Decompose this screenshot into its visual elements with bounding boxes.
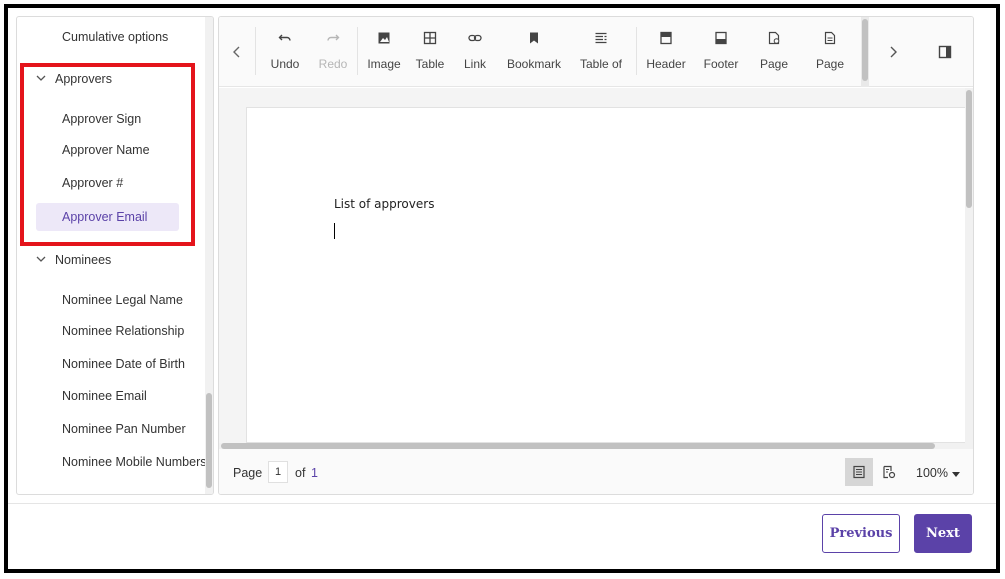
redo-label: Redo <box>318 57 348 71</box>
toolbar-scroll-left-button[interactable] <box>219 17 255 87</box>
link-label: Link <box>463 57 486 71</box>
tree-group-label: Nominees <box>55 253 112 267</box>
tree-item-nominee-relationship[interactable]: Nominee Relationship <box>17 317 207 345</box>
insert-table-button[interactable]: Table <box>415 31 445 71</box>
page-number-button[interactable]: Page <box>759 31 789 71</box>
undo-icon <box>278 34 291 41</box>
bookmark-label: Bookmark <box>506 57 562 71</box>
image-label: Image <box>367 57 401 71</box>
document-canvas[interactable]: List of approvers <box>219 88 973 443</box>
undo-button[interactable]: Undo <box>271 31 299 71</box>
toolbar-divider <box>357 27 358 75</box>
page-of-label: of <box>295 466 306 480</box>
text-cursor <box>334 223 335 239</box>
table-icon <box>423 31 437 45</box>
chevron-down-icon <box>36 256 46 262</box>
redo-button[interactable]: Redo <box>319 31 347 71</box>
header-icon <box>660 31 672 45</box>
table-of-label: Table of <box>579 57 623 71</box>
page-break-icon <box>824 31 836 45</box>
current-page-input[interactable]: 1 <box>268 461 288 483</box>
tree-item-nominee-mobile[interactable]: Nominee Mobile Numbers <box>17 448 207 476</box>
toolbar-scroll-thumb[interactable] <box>862 19 868 81</box>
header-button[interactable]: Header <box>646 31 686 71</box>
footer-label: Footer <box>703 57 739 71</box>
bookmark-icon <box>530 32 538 44</box>
app-window: Cumulative options Approvers Approver Si… <box>4 4 1000 573</box>
undo-label: Undo <box>270 57 300 71</box>
footer-icon <box>715 31 727 45</box>
print-layout-button[interactable] <box>845 458 873 486</box>
tree-item-cumulative-options[interactable]: Cumulative options <box>17 23 207 51</box>
image-icon <box>378 32 390 44</box>
table-of-contents-button[interactable]: Table of <box>579 31 623 71</box>
footer-button[interactable]: Footer <box>703 31 739 71</box>
toolbar-divider <box>255 27 256 75</box>
page-number-icon <box>768 31 780 45</box>
table-of-contents-icon <box>595 32 607 44</box>
insert-bookmark-button[interactable]: Bookmark <box>507 31 561 71</box>
page-label-2: Page <box>815 57 845 71</box>
previous-button[interactable]: Previous <box>822 514 900 553</box>
sidebar-scroll-thumb[interactable] <box>206 393 212 488</box>
tree-item-nominee-pan[interactable]: Nominee Pan Number <box>17 415 207 443</box>
tree-group-nominees[interactable]: Nominees <box>17 246 207 274</box>
tree-item-nominee-dob[interactable]: Nominee Date of Birth <box>17 350 207 378</box>
tree-item-nominee-email[interactable]: Nominee Email <box>17 382 207 410</box>
toolbar-divider <box>636 27 637 75</box>
page-label-1: Page <box>759 57 789 71</box>
link-icon <box>468 34 482 42</box>
toolbar-scroll-right-button[interactable] <box>875 17 911 87</box>
document-vertical-scroll-thumb[interactable] <box>966 90 972 208</box>
table-label: Table <box>415 57 445 71</box>
editor-toolbar: Undo Redo Image Table Link Bookmark Tabl… <box>219 17 973 87</box>
document-vertical-scrollbar[interactable] <box>965 88 973 443</box>
page-break-button[interactable]: Page <box>815 31 845 71</box>
footer-divider <box>8 503 996 504</box>
editor-status-bar: Page 1 of 1 100% <box>219 449 973 494</box>
page-total: 1 <box>311 466 318 480</box>
header-label: Header <box>646 57 686 71</box>
insert-link-button[interactable]: Link <box>463 31 487 71</box>
chevron-left-icon <box>233 46 240 58</box>
web-layout-button[interactable] <box>875 458 903 486</box>
annotation-highlight-box <box>20 63 195 246</box>
toggle-properties-pane-button[interactable] <box>927 17 963 87</box>
side-panel-icon <box>938 45 952 59</box>
redo-icon <box>327 34 340 41</box>
document-text[interactable]: List of approvers <box>334 197 434 211</box>
tree-item-nominee-legal-name[interactable]: Nominee Legal Name <box>17 286 207 314</box>
next-button[interactable]: Next <box>914 514 972 553</box>
toolbar-scrollbar[interactable] <box>861 17 869 87</box>
chevron-right-icon <box>890 46 897 58</box>
sidebar-scrollbar[interactable] <box>205 17 213 494</box>
document-editor: Undo Redo Image Table Link Bookmark Tabl… <box>218 16 974 495</box>
web-layout-icon <box>883 465 896 479</box>
page-label: Page <box>233 466 263 480</box>
document-page[interactable]: List of approvers <box>246 107 973 443</box>
zoom-level-dropdown[interactable]: 100% <box>916 466 948 480</box>
zoom-dropdown-caret-icon[interactable] <box>952 472 960 477</box>
print-layout-icon <box>853 465 865 479</box>
insert-image-button[interactable]: Image <box>367 31 401 71</box>
